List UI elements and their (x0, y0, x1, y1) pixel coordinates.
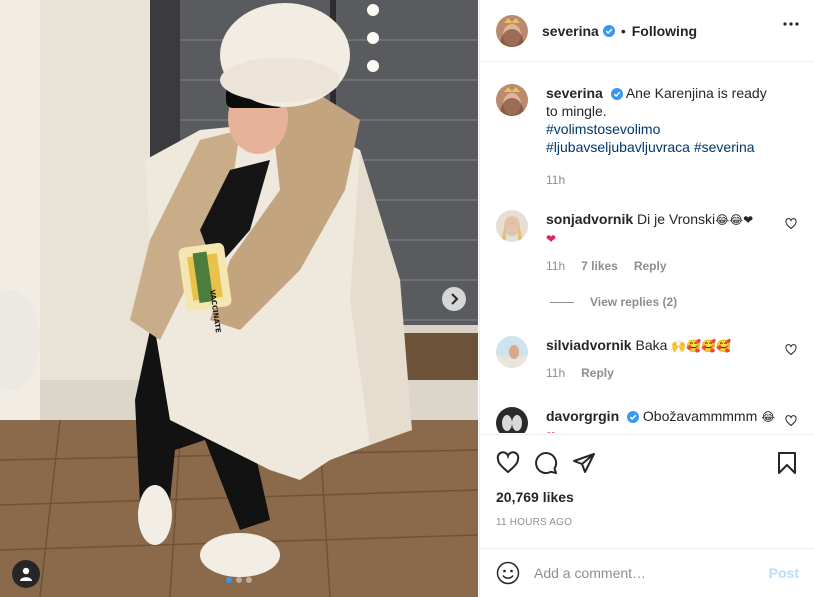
post-actions: 20,769 likes 11 HOURS AGO (480, 434, 814, 528)
comment-time[interactable]: 11h (546, 366, 565, 380)
post-panel: severina • Following severina Ane Karenj… (479, 0, 814, 597)
comment-text: Obožavammmmm (642, 408, 758, 424)
likes-count[interactable]: 20,769 likes (496, 489, 799, 505)
hashtag-link[interactable]: #ljubavseljubavljuvraca #severina (546, 139, 755, 155)
heart-icon[interactable] (496, 451, 520, 475)
following-button[interactable]: Following (632, 23, 697, 39)
author-avatar[interactable] (496, 84, 528, 116)
like-comment-heart-icon[interactable] (785, 218, 797, 230)
comment-item: sonjadvornik Di je Vronski😂😂❤ ❤ 11h 7 li… (496, 210, 797, 273)
verified-icon (610, 88, 623, 100)
post-photo[interactable]: VACCINATE (0, 0, 478, 597)
comment-emojis: 🙌🥰🥰🥰 (671, 339, 732, 353)
comment-emojis: 😂😂❤ (715, 213, 754, 227)
comment-text: Baka (635, 337, 668, 353)
emoji-icon[interactable] (496, 561, 520, 585)
add-comment-input[interactable] (534, 565, 769, 581)
verified-icon (602, 24, 615, 37)
comment-icon[interactable] (534, 451, 558, 475)
comment-username[interactable]: silviadvornik (546, 337, 632, 353)
comment-emojis-line2: ❤ (546, 429, 556, 433)
caption-username[interactable]: severina (546, 85, 603, 101)
carousel-dot (236, 577, 242, 583)
comment-likes[interactable]: 7 likes (581, 259, 618, 273)
photo-illustration: VACCINATE (0, 0, 478, 597)
comment-item: silviadvornik Baka 🙌🥰🥰🥰 11h Reply (496, 336, 797, 380)
reply-button[interactable]: Reply (581, 366, 614, 380)
comment-time[interactable]: 11h (546, 259, 565, 273)
caption-time[interactable]: 11h (546, 173, 565, 187)
add-comment-bar: Post (480, 548, 814, 597)
comment-emojis-line2: ❤ (546, 232, 557, 246)
view-replies-line (550, 301, 574, 303)
next-arrow-icon (451, 293, 459, 305)
header-separator: • (620, 22, 626, 39)
carousel-dot-active (226, 577, 232, 583)
commenter-avatar[interactable] (496, 210, 528, 242)
like-comment-heart-icon[interactable] (785, 344, 797, 356)
more-icon[interactable] (783, 22, 799, 26)
carousel-indicator (226, 577, 252, 583)
author-username[interactable]: severina (542, 23, 599, 39)
comment-item: davorgrgin Obožavammmmm 😂 ❤ (496, 407, 797, 433)
bookmark-icon[interactable] (775, 451, 799, 475)
post-time[interactable]: 11 HOURS AGO (496, 517, 799, 528)
view-replies-button[interactable]: View replies (2) (550, 295, 677, 309)
reply-button[interactable]: Reply (634, 259, 667, 273)
user-tag-icon (20, 567, 32, 581)
hashtag-link[interactable]: #volimstosevolimo (546, 121, 660, 137)
commenter-avatar[interactable] (496, 407, 528, 433)
view-replies-label: View replies (2) (590, 295, 678, 309)
share-icon[interactable] (572, 451, 596, 475)
comment-username[interactable]: davorgrgin (546, 408, 619, 424)
carousel-dot (246, 577, 252, 583)
like-comment-heart-icon[interactable] (785, 415, 797, 427)
comment-emojis: 😂 (761, 410, 776, 424)
comment-username[interactable]: sonjadvornik (546, 211, 633, 227)
commenter-avatar[interactable] (496, 336, 528, 368)
verified-icon (627, 411, 640, 423)
comment-text: Di je Vronski (637, 211, 716, 227)
post-header: severina • Following (480, 0, 814, 62)
next-photo-button[interactable] (442, 287, 466, 311)
caption: severina Ane Karenjina is ready to mingl… (496, 84, 796, 187)
user-tags-button[interactable] (12, 560, 40, 588)
post-comment-button[interactable]: Post (769, 565, 799, 581)
comments-list[interactable]: severina Ane Karenjina is ready to mingl… (480, 63, 814, 433)
author-avatar[interactable] (496, 14, 528, 47)
